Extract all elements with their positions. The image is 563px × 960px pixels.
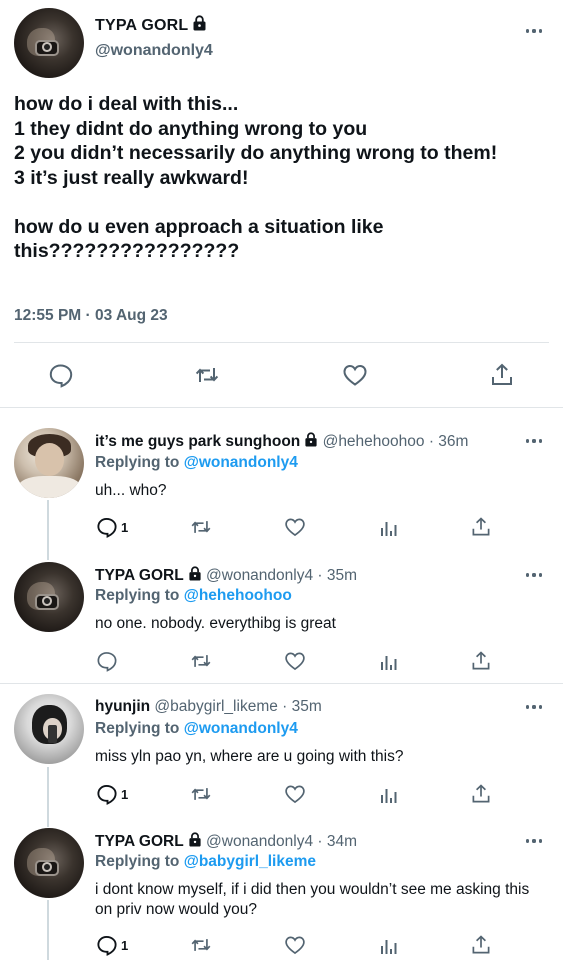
- share-icon: [472, 517, 490, 536]
- replying-to: Replying to @wonandonly4: [95, 454, 298, 471]
- reply-handle[interactable]: @wonandonly4: [206, 567, 313, 584]
- heart-icon: [285, 652, 305, 671]
- like-button[interactable]: [284, 516, 306, 538]
- lock-icon: [189, 832, 201, 847]
- share-button[interactable]: [470, 934, 492, 956]
- retweet-icon: [191, 655, 211, 667]
- divider: [14, 342, 549, 343]
- analytics-icon: [381, 656, 397, 670]
- more-icon[interactable]: [524, 701, 544, 713]
- avatar[interactable]: [14, 694, 84, 764]
- reply-count: 1: [121, 786, 129, 802]
- replying-to: Replying to @hehehoohoo: [95, 587, 292, 604]
- retweet-icon: [191, 939, 211, 951]
- mention-link[interactable]: @babygirl_likeme: [184, 853, 316, 870]
- heart-icon: [285, 518, 305, 537]
- heart-icon[interactable]: [342, 362, 368, 388]
- more-icon[interactable]: [524, 25, 544, 37]
- mention-link[interactable]: @wonandonly4: [184, 454, 298, 471]
- reply-icon: [97, 518, 117, 538]
- reply-icon[interactable]: [48, 362, 74, 388]
- more-icon[interactable]: [524, 835, 544, 847]
- share-icon: [472, 651, 490, 670]
- analytics-button[interactable]: [378, 934, 400, 956]
- tweet-text: how do i deal with this... 1 they didnt …: [14, 93, 498, 262]
- share-icon[interactable]: [489, 362, 515, 388]
- lock-icon: [189, 566, 201, 581]
- divider: [0, 407, 563, 408]
- avatar[interactable]: [14, 8, 84, 78]
- reply-handle[interactable]: @hehehoohoo: [323, 433, 425, 450]
- more-icon[interactable]: [524, 569, 544, 581]
- share-button[interactable]: [470, 516, 492, 538]
- tweet-timestamp[interactable]: 12:55 PM · 03 Aug 23: [14, 307, 168, 325]
- more-icon[interactable]: [524, 435, 544, 447]
- reply-author[interactable]: TYPA GORL @wonandonly4 · 34m: [95, 832, 357, 851]
- analytics-button[interactable]: [378, 783, 400, 805]
- reply-text: i dont know myself, if i did then you wo…: [95, 881, 530, 918]
- replying-to: Replying to @wonandonly4: [95, 720, 298, 737]
- divider: [0, 683, 563, 684]
- retweet-button[interactable]: [190, 783, 212, 805]
- analytics-icon: [381, 522, 397, 536]
- reply-author[interactable]: it’s me guys park sunghoon @hehehoohoo ·…: [95, 432, 468, 451]
- reply-text: uh... who?: [95, 482, 167, 499]
- heart-icon: [285, 936, 305, 955]
- reply-text: miss yln pao yn, where are u going with …: [95, 748, 404, 765]
- reply-button[interactable]: 1: [96, 934, 128, 956]
- reply-author[interactable]: TYPA GORL @wonandonly4 · 35m: [95, 566, 357, 585]
- avatar[interactable]: [14, 562, 84, 632]
- reply-time: · 35m: [317, 567, 358, 584]
- share-button[interactable]: [470, 783, 492, 805]
- analytics-button[interactable]: [378, 516, 400, 538]
- avatar[interactable]: [14, 428, 84, 498]
- retweet-button[interactable]: [190, 650, 212, 672]
- reply-button[interactable]: 1: [96, 516, 128, 538]
- thread-line: [47, 500, 49, 560]
- reply-button[interactable]: 1: [96, 783, 128, 805]
- reply-count: 1: [121, 519, 129, 535]
- retweet-icon: [191, 521, 211, 533]
- reply-count: 1: [121, 937, 129, 953]
- reply-time: · 36m: [428, 433, 469, 450]
- analytics-icon: [381, 789, 397, 803]
- retweet-button[interactable]: [190, 516, 212, 538]
- lock-icon: [305, 432, 317, 447]
- reply-time: · 35m: [282, 698, 322, 715]
- reply-button[interactable]: [96, 650, 121, 672]
- like-button[interactable]: [284, 783, 306, 805]
- lock-icon: [193, 15, 206, 31]
- reply-time: · 34m: [317, 833, 358, 850]
- reply-icon: [97, 936, 117, 956]
- analytics-icon: [381, 940, 397, 954]
- replying-to: Replying to @babygirl_likeme: [95, 853, 316, 870]
- retweet-icon[interactable]: [194, 362, 220, 388]
- avatar[interactable]: [14, 828, 84, 898]
- share-button[interactable]: [470, 650, 492, 672]
- reply-text: no one. nobody. everythibg is great: [95, 615, 336, 632]
- reply-icon: [97, 652, 117, 672]
- reply-handle[interactable]: @babygirl_likeme: [154, 698, 277, 715]
- like-button[interactable]: [284, 650, 306, 672]
- analytics-button[interactable]: [378, 650, 400, 672]
- heart-icon: [285, 785, 305, 804]
- reply-author[interactable]: hyunjin @babygirl_likeme · 35m: [95, 698, 322, 716]
- thread-line: [47, 767, 49, 827]
- reply-icon: [97, 785, 117, 805]
- main-handle[interactable]: @wonandonly4: [95, 42, 213, 60]
- share-icon: [472, 935, 490, 954]
- main-display-name[interactable]: TYPA GORL: [95, 15, 207, 35]
- like-button[interactable]: [284, 934, 306, 956]
- reply-handle[interactable]: @wonandonly4: [206, 833, 313, 850]
- mention-link[interactable]: @wonandonly4: [184, 720, 298, 737]
- thread-line: [47, 900, 49, 960]
- retweet-button[interactable]: [190, 934, 212, 956]
- retweet-icon: [191, 788, 211, 800]
- share-icon: [472, 784, 490, 803]
- mention-link[interactable]: @hehehoohoo: [184, 587, 292, 604]
